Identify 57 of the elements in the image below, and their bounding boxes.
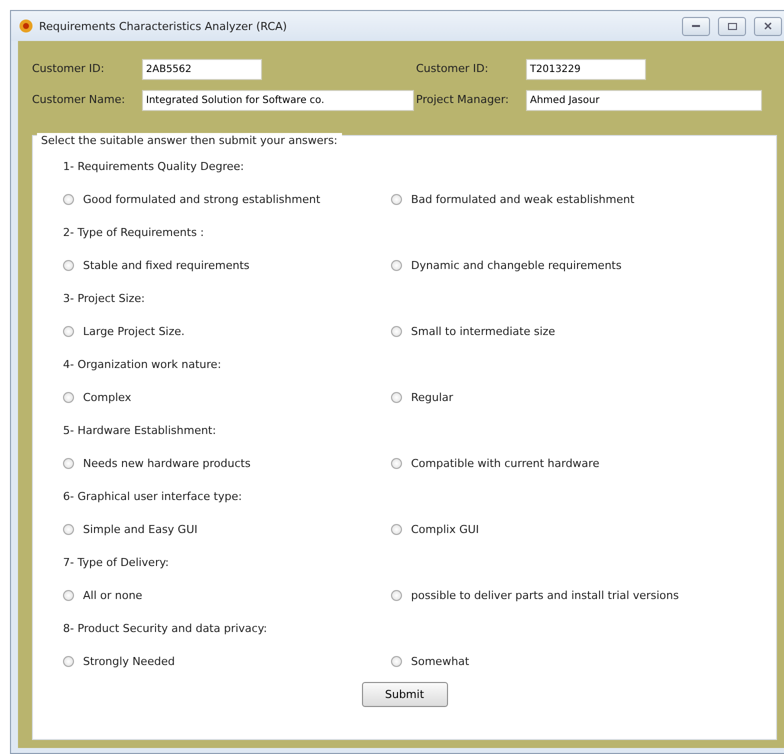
question-label: 5- Hardware Establishment:: [63, 423, 216, 439]
question-label: 1- Requirements Quality Degree:: [63, 159, 244, 175]
question-label: 2- Type of Requirements :: [63, 225, 204, 241]
radio-icon[interactable]: [63, 194, 74, 205]
maximize-icon: [728, 22, 736, 30]
close-button[interactable]: [754, 16, 782, 36]
radio-icon[interactable]: [63, 326, 74, 337]
radio-option[interactable]: Regular: [391, 391, 776, 404]
question-label: 6- Graphical user interface type:: [63, 489, 242, 505]
input-field[interactable]: 2AB5562: [142, 59, 262, 80]
app-logo-icon: [19, 19, 33, 33]
radio-option[interactable]: Bad formulated and weak establishment: [391, 193, 776, 206]
question-label: 4- Organization work nature:: [63, 357, 222, 373]
radio-icon[interactable]: [391, 656, 402, 667]
radio-icon[interactable]: [63, 458, 74, 469]
input-field[interactable]: T2013229: [526, 59, 646, 80]
radio-option[interactable]: Stable and fixed requirements: [63, 259, 391, 272]
radio-icon[interactable]: [63, 260, 74, 271]
field-label: Project Manager:: [416, 93, 510, 106]
field-label: Customer ID:: [32, 62, 106, 75]
radio-icon[interactable]: [391, 260, 402, 271]
radio-option[interactable]: All or none: [63, 589, 391, 602]
radio-option[interactable]: Compatible with current hardware: [391, 457, 776, 470]
radio-option[interactable]: Simple and Easy GUI: [63, 523, 391, 536]
radio-icon[interactable]: [63, 590, 74, 601]
radio-option[interactable]: Somewhat: [391, 655, 776, 668]
radio-icon[interactable]: [63, 656, 74, 667]
radio-icon[interactable]: [391, 392, 402, 403]
radio-option[interactable]: Large Project Size.: [63, 325, 391, 338]
radio-option[interactable]: Small to intermediate size: [391, 325, 776, 338]
radio-option[interactable]: Complix GUI: [391, 523, 776, 536]
submit-button[interactable]: Submit: [362, 682, 448, 707]
input-field[interactable]: Ahmed Jasour: [526, 90, 762, 111]
question-label: 3- Project Size:: [63, 291, 145, 307]
input-field[interactable]: Integrated Solution for Software co.: [142, 90, 414, 111]
question-label: 7- Type of Delivery:: [63, 555, 169, 571]
radio-option[interactable]: Dynamic and changeble requirements: [391, 259, 776, 272]
close-icon: [764, 22, 772, 30]
radio-option[interactable]: Strongly Needed: [63, 655, 391, 668]
radio-option[interactable]: Good formulated and strong establishment: [63, 193, 391, 206]
radio-icon[interactable]: [63, 524, 74, 535]
field-label: Customer Name:: [32, 93, 126, 106]
radio-icon[interactable]: [391, 590, 402, 601]
question-label: 8- Product Security and data privacy:: [63, 621, 268, 637]
field-label: Customer ID:: [416, 62, 490, 75]
radio-option[interactable]: Complex: [63, 391, 391, 404]
radio-icon[interactable]: [391, 326, 402, 337]
minimize-button[interactable]: [682, 16, 710, 36]
maximize-button[interactable]: [718, 16, 746, 36]
radio-icon[interactable]: [391, 194, 402, 205]
radio-icon[interactable]: [391, 458, 402, 469]
radio-option[interactable]: Needs new hardware products: [63, 457, 391, 470]
window-title: Requirements Characteristics Analyzer (RCA): [39, 20, 288, 32]
minimize-icon: [692, 24, 700, 28]
radio-icon[interactable]: [391, 524, 402, 535]
radio-icon[interactable]: [63, 392, 74, 403]
radio-option[interactable]: possible to deliver parts and install trial versions: [391, 589, 776, 602]
